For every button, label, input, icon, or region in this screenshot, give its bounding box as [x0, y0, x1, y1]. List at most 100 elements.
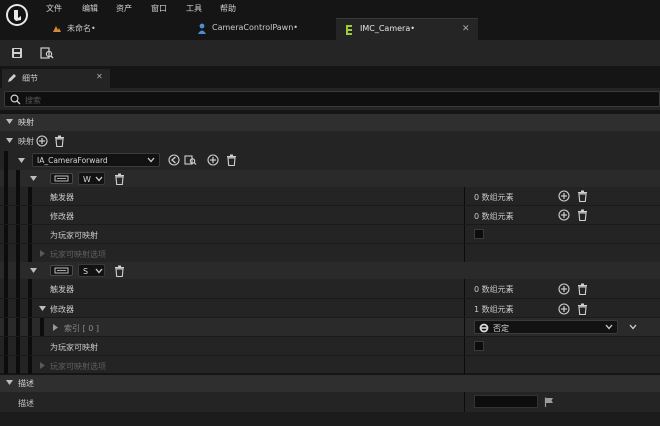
- delete-modifiers-icon[interactable]: [577, 303, 588, 315]
- collapse-arrow-icon[interactable]: [30, 176, 37, 182]
- description-input[interactable]: [474, 395, 538, 408]
- modifier-index-label: 索引 [ 0 ]: [64, 324, 99, 333]
- mappings-section-title: 映射: [18, 118, 34, 127]
- add-modifier-icon[interactable]: [558, 303, 570, 315]
- menu-help[interactable]: 帮助: [220, 3, 236, 14]
- modifier-type-value: 否定: [493, 324, 509, 333]
- menu-bar: 文件 编辑 资产 窗口 工具 帮助: [0, 0, 660, 26]
- modifiers-label: 修改器: [50, 305, 74, 314]
- menu-tools[interactable]: 工具: [186, 3, 202, 14]
- collapse-arrow-icon[interactable]: [39, 306, 46, 312]
- key-value: S: [83, 267, 89, 276]
- triggers-row: 触发器 0 数组元素: [0, 187, 660, 205]
- input-action-value: IA_CameraForward: [37, 156, 108, 165]
- input-action-select[interactable]: IA_CameraForward: [32, 153, 160, 167]
- chevron-down-icon: [147, 157, 155, 163]
- modifiers-row: 修改器 1 数组元素: [0, 298, 660, 318]
- mappings-label: 映射: [18, 137, 34, 146]
- search-placeholder: 搜索: [25, 96, 41, 105]
- modifiers-value: 1 数组元素: [474, 305, 514, 314]
- delete-modifiers-icon[interactable]: [577, 209, 588, 221]
- search-input[interactable]: 搜索: [4, 91, 660, 107]
- key-selector[interactable]: W: [78, 172, 105, 185]
- tab-imc-camera[interactable]: IMC_Camera• ✕: [336, 18, 478, 40]
- add-trigger-icon[interactable]: [558, 283, 570, 295]
- browse-content-icon[interactable]: [40, 46, 54, 60]
- delete-key-icon[interactable]: [114, 173, 125, 185]
- details-pencil-icon: [7, 73, 17, 83]
- negate-modifier-icon: [479, 323, 489, 333]
- chevron-down-icon: [95, 268, 103, 274]
- player-mappable-label: 为玩家可映射: [50, 343, 98, 352]
- add-mapping-icon[interactable]: [36, 135, 48, 147]
- player-mappable-row: 为玩家可映射: [0, 336, 660, 356]
- menu-edit[interactable]: 编辑: [82, 3, 98, 14]
- indent-grip: [16, 170, 20, 187]
- player-mappable-row: 为玩家可映射: [0, 224, 660, 244]
- close-tab-icon[interactable]: ✕: [462, 24, 470, 34]
- collapse-arrow-icon[interactable]: [18, 158, 25, 164]
- tab-untitled[interactable]: 未命名•: [38, 18, 188, 40]
- expand-arrow-icon[interactable]: [40, 250, 46, 257]
- save-icon[interactable]: [11, 47, 23, 59]
- triggers-value: 0 数组元素: [474, 285, 514, 294]
- close-details-icon[interactable]: ✕: [96, 72, 103, 81]
- player-options-row: 玩家可映射选项: [0, 243, 660, 263]
- description-label: 描述: [18, 399, 34, 408]
- menu-window[interactable]: 窗口: [151, 3, 167, 14]
- key-selector[interactable]: S: [78, 264, 105, 277]
- modifiers-label: 修改器: [50, 212, 74, 221]
- delete-action-icon[interactable]: [226, 154, 237, 166]
- description-section-header[interactable]: 描述: [0, 375, 660, 392]
- menu-file[interactable]: 文件: [46, 3, 62, 14]
- add-key-icon[interactable]: [207, 154, 219, 166]
- key-s-row: S: [0, 262, 660, 279]
- key-w-row: W: [0, 170, 660, 187]
- modifier-type-select[interactable]: 否定: [474, 320, 618, 334]
- search-icon: [10, 94, 21, 105]
- modifiers-value: 0 数组元素: [474, 212, 514, 221]
- tab-camera-control-pawn[interactable]: CameraControlPawn•: [188, 18, 336, 40]
- delete-triggers-icon[interactable]: [577, 283, 588, 295]
- triggers-label: 触发器: [50, 193, 74, 202]
- input-mapping-context-icon: [344, 24, 354, 36]
- tab-untitled-label: 未命名•: [67, 24, 96, 33]
- mappings-section-header[interactable]: 映射: [0, 114, 660, 131]
- use-selected-asset-icon[interactable]: [168, 154, 180, 166]
- indent-grip: [4, 170, 8, 187]
- keyboard-icon[interactable]: [50, 265, 73, 276]
- expand-arrow-icon[interactable]: [6, 138, 13, 144]
- description-section-title: 描述: [18, 379, 34, 388]
- tab-imc-camera-label: IMC_Camera•: [360, 24, 415, 33]
- player-mappable-checkbox[interactable]: [474, 341, 484, 351]
- keyboard-icon[interactable]: [50, 173, 73, 184]
- modifiers-row: 修改器 0 数组元素: [0, 205, 660, 225]
- chevron-down-icon: [95, 176, 103, 182]
- triggers-label: 触发器: [50, 285, 74, 294]
- delete-all-mappings-icon[interactable]: [54, 135, 65, 147]
- flag-icon[interactable]: [544, 397, 554, 407]
- player-mappable-label: 为玩家可映射: [50, 231, 98, 240]
- blueprint-icon: [197, 23, 207, 35]
- collapse-arrow-icon: [6, 119, 13, 125]
- chevron-down-icon[interactable]: [629, 324, 637, 330]
- delete-key-icon[interactable]: [114, 265, 125, 277]
- details-tab[interactable]: 细节 ✕: [2, 69, 110, 88]
- player-mappable-checkbox[interactable]: [474, 229, 484, 239]
- panel-bottom: [0, 412, 660, 426]
- chevron-down-icon: [605, 324, 613, 330]
- expand-arrow-icon[interactable]: [53, 324, 59, 331]
- add-trigger-icon[interactable]: [558, 190, 570, 202]
- details-tab-bar: 细节 ✕: [0, 66, 660, 88]
- indent-grip: [4, 151, 8, 170]
- browse-asset-icon[interactable]: [184, 154, 197, 166]
- collapse-arrow-icon[interactable]: [30, 268, 37, 274]
- key-value: W: [83, 175, 91, 184]
- unreal-logo-icon[interactable]: [6, 4, 28, 26]
- player-options-label: 玩家可映射选项: [50, 362, 106, 371]
- delete-triggers-icon[interactable]: [577, 190, 588, 202]
- add-modifier-icon[interactable]: [558, 209, 570, 221]
- menu-assets[interactable]: 资产: [116, 3, 132, 14]
- expand-arrow-icon[interactable]: [40, 362, 46, 369]
- collapse-arrow-icon: [6, 380, 13, 386]
